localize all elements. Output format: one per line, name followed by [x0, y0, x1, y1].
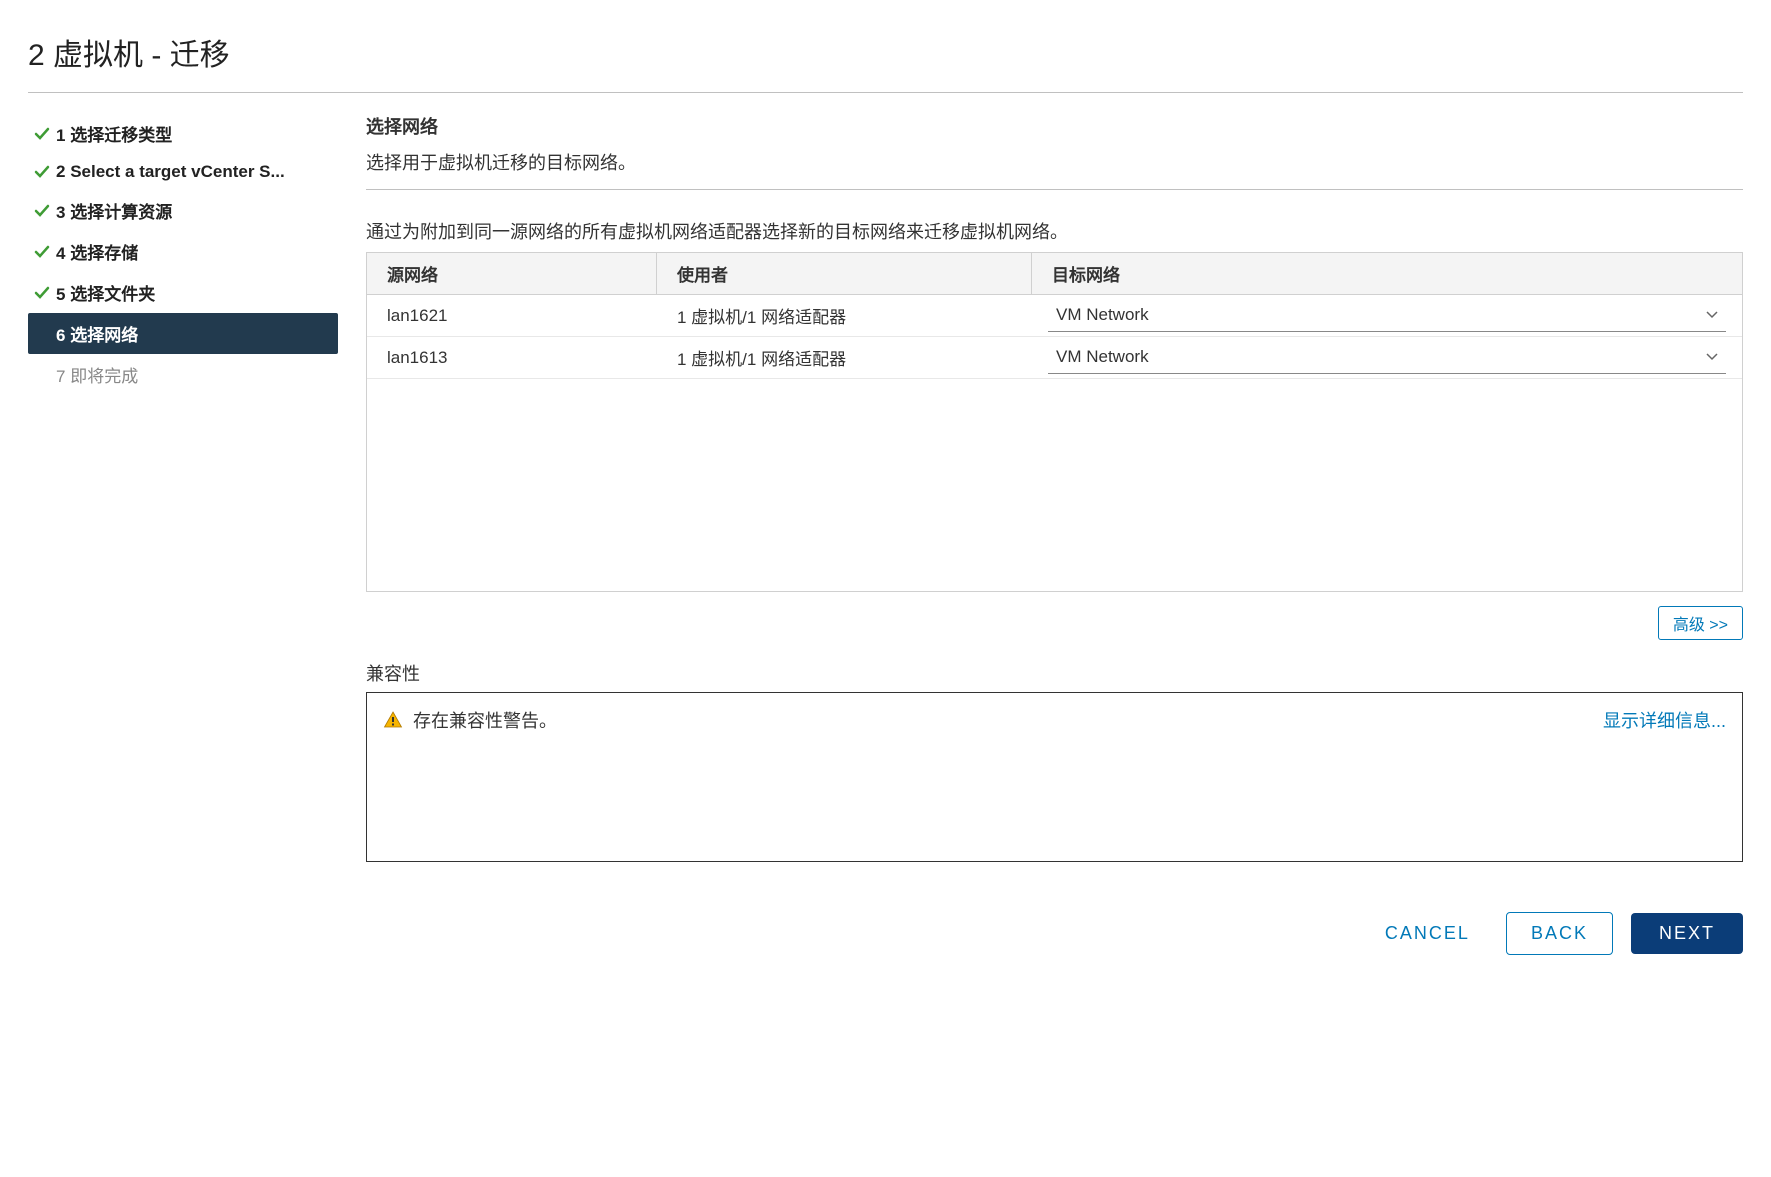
select-value: VM Network — [1056, 305, 1149, 325]
table-row: lan1621 1 虚拟机/1 网络适配器 VM Network — [367, 295, 1742, 337]
col-usedby: 使用者 — [657, 253, 1032, 294]
step-label: 选择文件夹 — [70, 285, 155, 304]
step-1[interactable]: 1 选择迁移类型 — [28, 113, 338, 154]
step-num: 1 — [56, 126, 65, 145]
target-network-select[interactable]: VM Network — [1048, 341, 1726, 374]
network-table: 源网络 使用者 目标网络 lan1621 1 虚拟机/1 网络适配器 VM Ne… — [366, 252, 1743, 592]
col-source: 源网络 — [367, 253, 657, 294]
col-target: 目标网络 — [1032, 253, 1742, 294]
step-label: 选择存储 — [70, 244, 138, 263]
section-subheading: 选择用于虚拟机迁移的目标网络。 — [366, 149, 1743, 175]
step-num: 3 — [56, 203, 65, 222]
compat-label: 兼容性 — [366, 660, 1743, 686]
step-num: 6 — [56, 326, 65, 345]
wizard-steps: 1 选择迁移类型 2 Select a target vCenter S... … — [28, 113, 338, 955]
step-num: 2 — [56, 162, 65, 181]
next-button[interactable]: NEXT — [1631, 913, 1743, 954]
chevron-down-icon — [1706, 350, 1718, 364]
compat-box: 存在兼容性警告。 显示详细信息... — [366, 692, 1743, 862]
advanced-button[interactable]: 高级 >> — [1658, 606, 1743, 640]
step-3[interactable]: 3 选择计算资源 — [28, 190, 338, 231]
warning-icon — [383, 710, 403, 730]
compat-message: 存在兼容性警告。 — [413, 707, 557, 733]
step-5[interactable]: 5 选择文件夹 — [28, 272, 338, 313]
check-icon — [34, 244, 56, 260]
target-network-select[interactable]: VM Network — [1048, 299, 1726, 332]
show-details-link[interactable]: 显示详细信息... — [1603, 707, 1726, 733]
wizard-title: 2 虚拟机 - 迁移 — [28, 20, 1743, 93]
check-icon — [34, 203, 56, 219]
cancel-button[interactable]: CANCEL — [1367, 913, 1488, 954]
step-4[interactable]: 4 选择存储 — [28, 231, 338, 272]
step-num: 5 — [56, 285, 65, 304]
used-by: 1 虚拟机/1 网络适配器 — [657, 295, 1032, 336]
step-label: 选择迁移类型 — [70, 126, 172, 145]
instruction-text: 通过为附加到同一源网络的所有虚拟机网络适配器选择新的目标网络来迁移虚拟机网络。 — [366, 218, 1743, 244]
select-value: VM Network — [1056, 347, 1149, 367]
check-icon — [34, 164, 56, 180]
wizard-footer: CANCEL BACK NEXT — [366, 912, 1743, 955]
back-button[interactable]: BACK — [1506, 912, 1613, 955]
source-network: lan1613 — [367, 340, 657, 376]
step-label: 选择计算资源 — [70, 203, 172, 222]
check-icon — [34, 126, 56, 142]
step-label: Select a target vCenter S... — [70, 162, 284, 181]
divider — [366, 189, 1743, 190]
step-num: 7 — [56, 367, 65, 386]
step-2[interactable]: 2 Select a target vCenter S... — [28, 154, 338, 190]
table-row: lan1613 1 虚拟机/1 网络适配器 VM Network — [367, 337, 1742, 379]
used-by: 1 虚拟机/1 网络适配器 — [657, 337, 1032, 378]
step-label: 选择网络 — [70, 326, 138, 345]
source-network: lan1621 — [367, 298, 657, 334]
step-6[interactable]: 6 选择网络 — [28, 313, 338, 354]
step-label: 即将完成 — [70, 367, 138, 386]
chevron-down-icon — [1706, 308, 1718, 322]
step-7: 7 即将完成 — [28, 354, 338, 395]
section-heading: 选择网络 — [366, 113, 1743, 139]
check-icon — [34, 285, 56, 301]
step-num: 4 — [56, 244, 65, 263]
